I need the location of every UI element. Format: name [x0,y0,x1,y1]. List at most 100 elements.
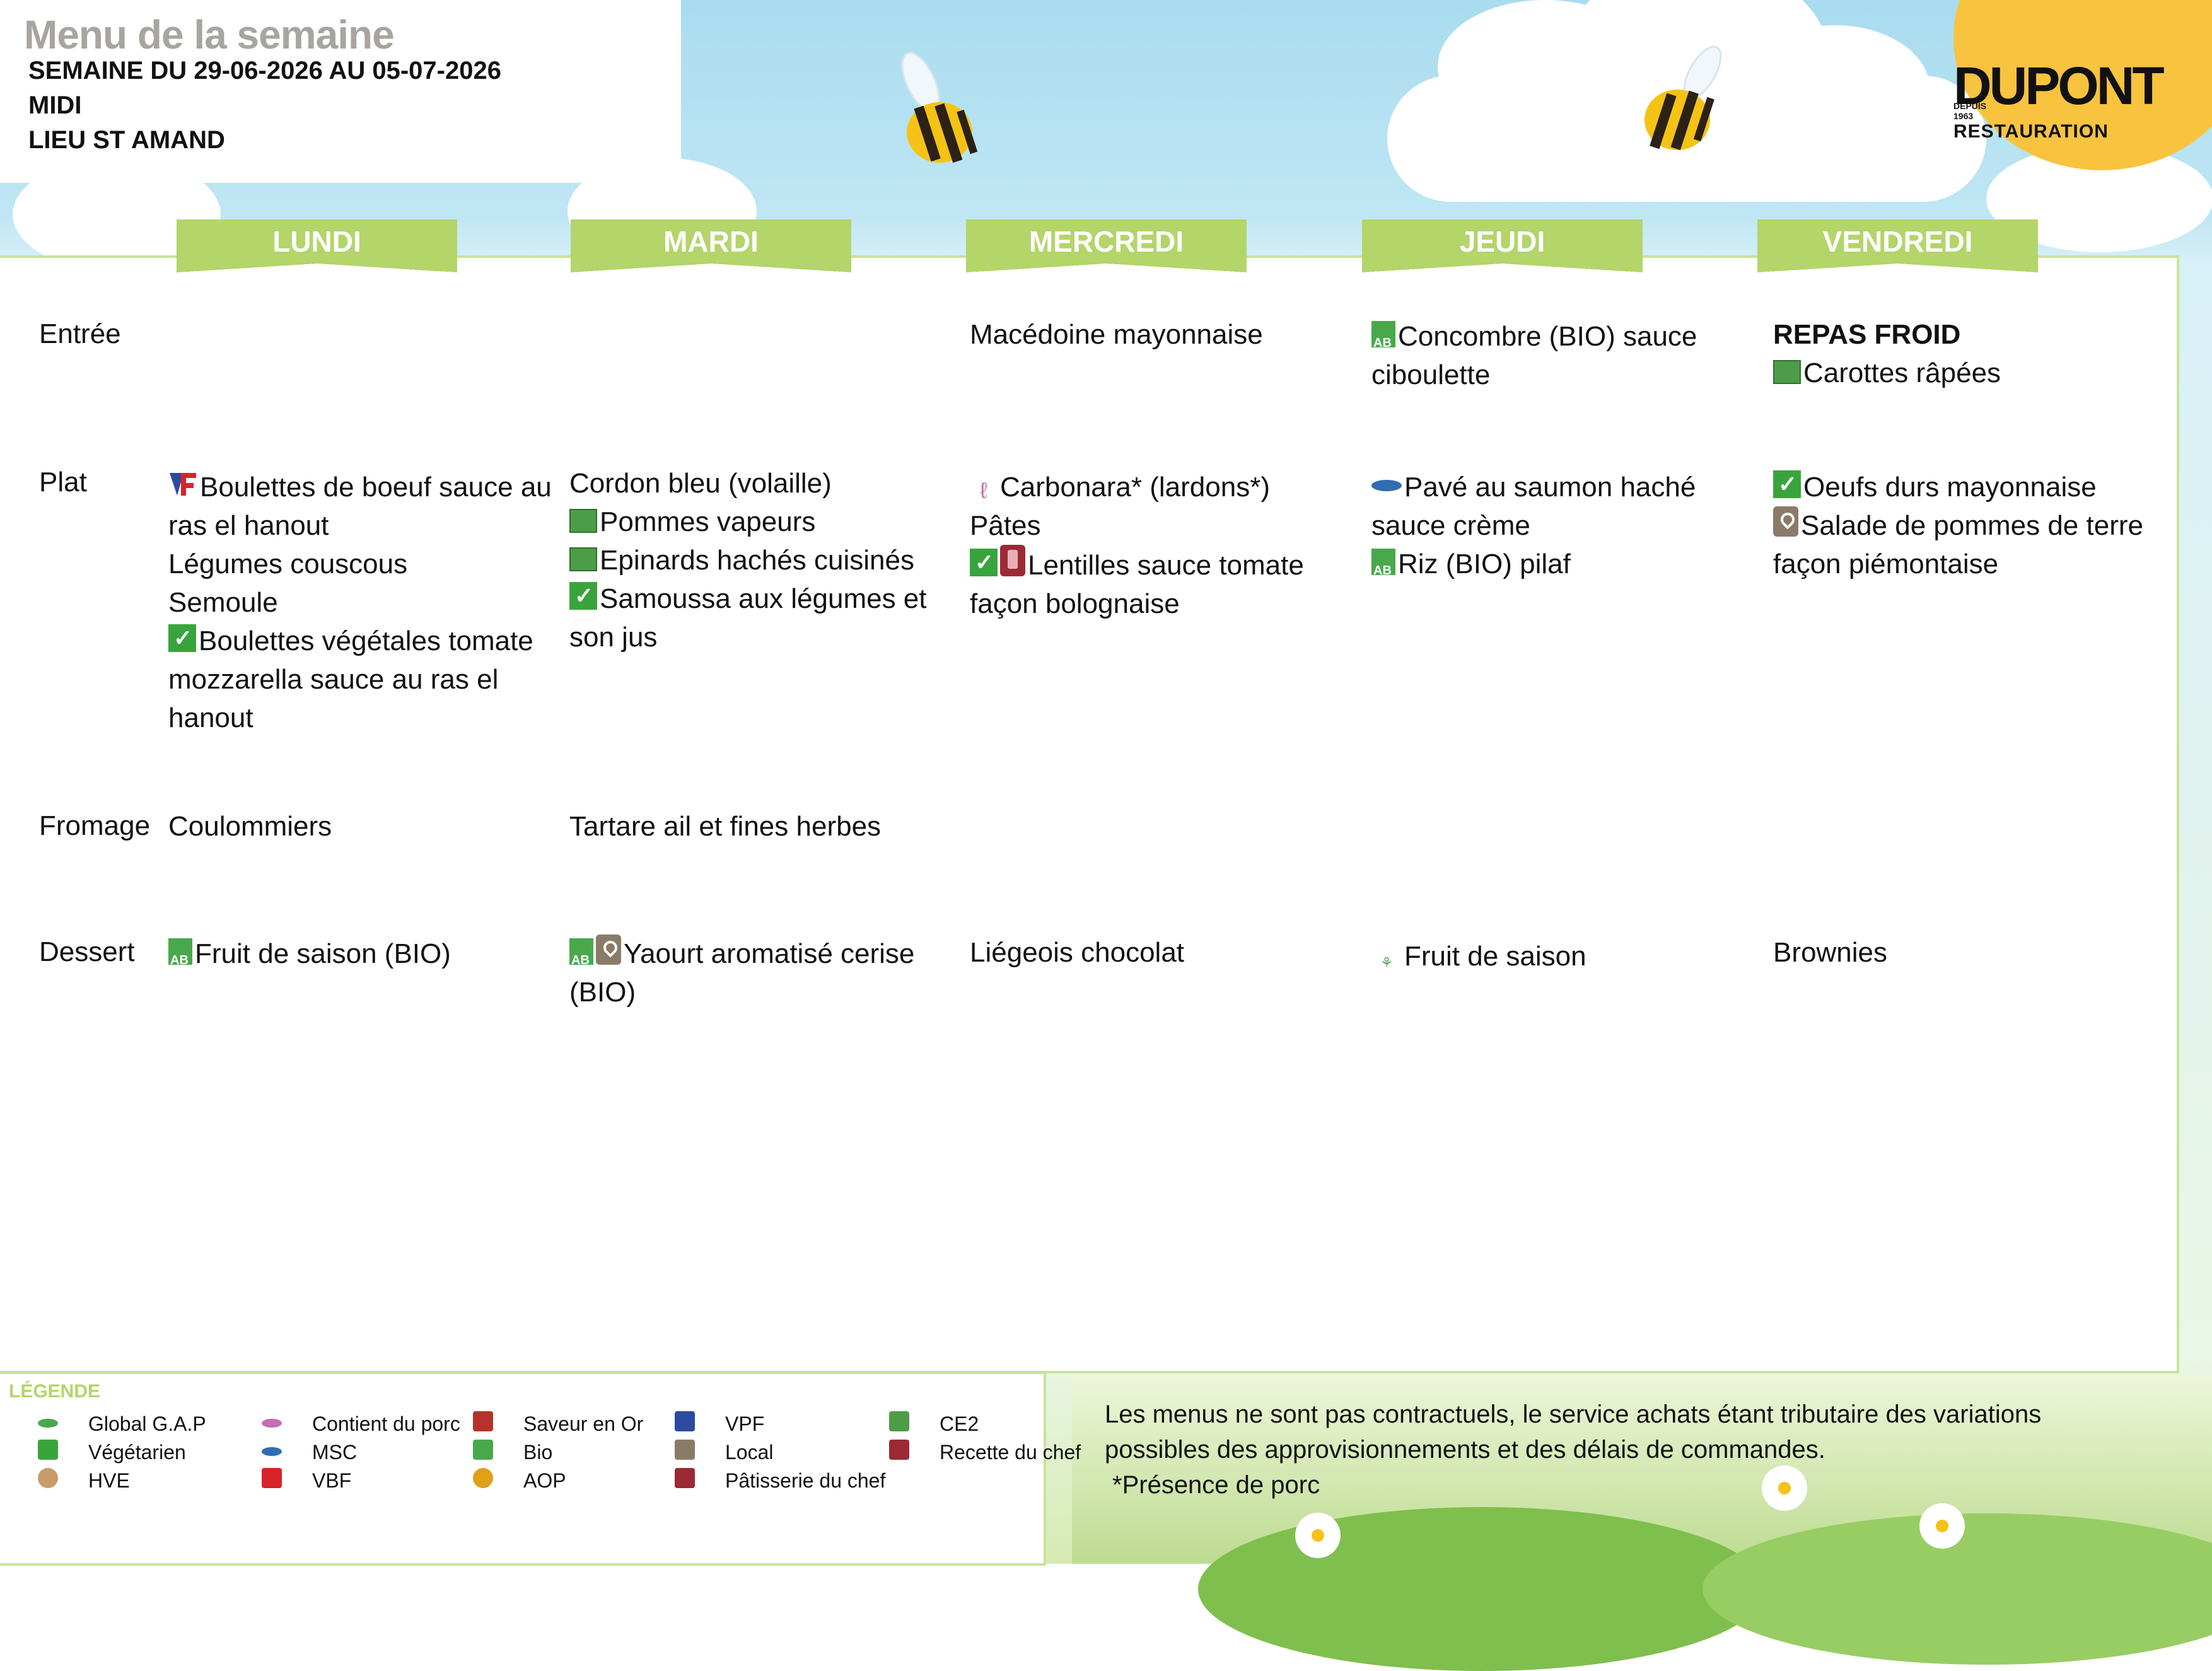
menu-item-text: Carbonara* (lardons*) [1000,472,1270,503]
menu-item-text: Pommes vapeurs [600,506,816,537]
category-dessert: Dessert [39,936,135,967]
menu-item-text: Coulommiers [168,811,332,842]
menu-item: Boulettes végétales tomate mozzarella sa… [168,622,559,737]
local-icon [596,934,621,965]
msc-icon [1371,480,1402,491]
menu-item: Tartare ail et fines herbes [569,807,957,846]
day-tab-lundi: LUNDI [177,219,457,272]
menu-item-text: Pavé au saumon haché sauce crème [1371,472,1696,541]
menu-item-text: Brownies [1773,937,1887,968]
cell-fromage-mardi: Tartare ail et fines herbes [569,807,957,846]
legend-label: VBF [312,1469,352,1492]
local-icon [1773,506,1798,537]
menu-item-text: Boulettes végétales tomate mozzarella sa… [168,626,533,733]
cell-plat-mercredi: ℓ Carbonara* (lardons*) Pâtes Lentilles sau… [970,468,1348,623]
day-tab-vendredi: VENDREDI [1757,219,2038,272]
vegetarian-icon [168,624,196,652]
menu-item: Samoussa aux légumes et son jus [569,579,957,656]
bio-icon [569,938,593,980]
menu-item: Boulettes de boeuf sauce au ras el hanou… [168,468,559,545]
logo-subtitle: RESTAURATION [1953,121,2109,142]
menu-item-text: Samoussa aux légumes et son jus [569,583,927,653]
menu-item-text: Riz (BIO) pilaf [1398,549,1571,579]
menu-item: Brownies [1773,933,2151,972]
day-tab-jeudi: JEUDI [1362,219,1643,272]
dupont-logo: DUPONT DEPUIS 1963 RESTAURATION [1953,55,2165,144]
menu-item: ℓ Carbonara* (lardons*) [970,468,1348,506]
cell-dessert-mercredi: Liégeois chocolat [970,933,1348,972]
legend-label: MSC [312,1441,358,1464]
legend-label: Saveur en Or [523,1412,644,1435]
cell-fromage-lundi: Coulommiers [168,807,556,846]
bee-illustration [1644,45,1722,151]
menu-item-text: Légumes couscous [168,549,408,579]
service-label: MIDI [28,91,82,119]
cell-plat-mardi: Cordon bleu (volaille) Pommes vapeurs Epin… [569,464,957,656]
menu-item-text: Epinards hachés cuisinés [600,545,914,576]
menu-item: Riz (BIO) pilaf [1371,545,1731,590]
menu-item: Carottes râpées [1773,354,2151,392]
cell-dessert-jeudi: ⚘ Fruit de saison [1371,937,1731,975]
bio-icon [1371,549,1395,590]
disclaimer-text: Les menus ne sont pas contractuels, le s… [1105,1400,2042,1464]
menu-item: Pâtes [970,506,1348,545]
menu-item-text: Tartare ail et fines herbes [569,811,882,842]
logo-tagline: DEPUIS 1963 [1953,101,1986,121]
ce2-icon [889,1411,909,1431]
menu-item: REPAS FROID [1773,315,2151,354]
menu-item: Yaourt aromatisé cerise (BIO) [569,934,957,1011]
chef-recipe-icon [889,1440,909,1460]
pastry-chef-icon [675,1468,695,1488]
cell-dessert-vendredi: Brownies [1773,933,2151,972]
menu-item-text: REPAS FROID [1773,319,1961,350]
cell-dessert-mardi: Yaourt aromatisé cerise (BIO) [569,934,957,1011]
legend-label: Pâtisserie du chef [725,1469,886,1492]
menu-item: ⚘ Fruit de saison [1371,937,1731,975]
page-title: Menu de la semaine [24,12,395,57]
cell-entree-vendredi: REPAS FROID Carottes râpées [1773,315,2151,392]
legend-label: AOP [523,1469,566,1492]
legend-box [0,1371,1046,1566]
menu-item-text: Liégeois chocolat [970,937,1185,968]
menu-item: Cordon bleu (volaille) [569,464,957,503]
legend-label: Local [725,1441,774,1464]
menu-item-text: Semoule [168,587,278,618]
menu-item: Semoule [168,583,559,622]
global-gap-icon [38,1419,58,1428]
legend-label: CE2 [940,1412,979,1435]
legend-label: HVE [88,1469,130,1492]
menu-item: Macédoine mayonnaise [970,315,1348,354]
daisy-decoration [1923,1507,1961,1545]
legend-label: VPF [725,1412,765,1435]
local-icon [675,1440,695,1460]
vbf-icon [168,470,197,498]
menu-item: Salade de pommes de terre façon piémonta… [1773,506,2151,583]
legend-title: LÉGENDE [9,1381,101,1402]
aop-icon [473,1468,493,1488]
logo-depuis: DEPUIS [1953,101,1987,111]
vegetarian-icon [569,582,597,610]
menu-item-text: Cordon bleu (volaille) [569,468,832,499]
ce2-icon [1773,360,1801,384]
menu-item: Coulommiers [168,807,556,846]
vegetarian-icon [1773,470,1801,498]
bee-illustration [901,52,978,163]
legend-label: Bio [523,1441,553,1464]
daisy-decoration [1299,1517,1337,1554]
vegetarian-icon [970,549,998,576]
menu-item-text: Fruit de saison (BIO) [195,938,451,969]
cell-entree-mercredi: Macédoine mayonnaise [970,315,1348,354]
cell-entree-jeudi: Concombre (BIO) sauce ciboulette [1371,317,1731,394]
cell-plat-lundi: Boulettes de boeuf sauce au ras el hanou… [168,468,559,737]
bio-icon [473,1440,493,1460]
hve-icon [38,1468,58,1488]
menu-item-text: Oeufs durs mayonnaise [1803,472,2097,503]
ce2-icon [569,509,597,533]
location-label: LIEU ST AMAND [28,126,225,154]
vbf-icon [262,1468,282,1488]
menu-item-text: Salade de pommes de terre façon piémonta… [1773,510,2143,579]
menu-item-text: Boulettes de boeuf sauce au ras el hanou… [168,472,552,541]
chef-recipe-icon [1000,545,1025,576]
menu-item-text: Yaourt aromatisé cerise (BIO) [569,938,915,1008]
logo-year: 1963 [1953,111,1974,121]
